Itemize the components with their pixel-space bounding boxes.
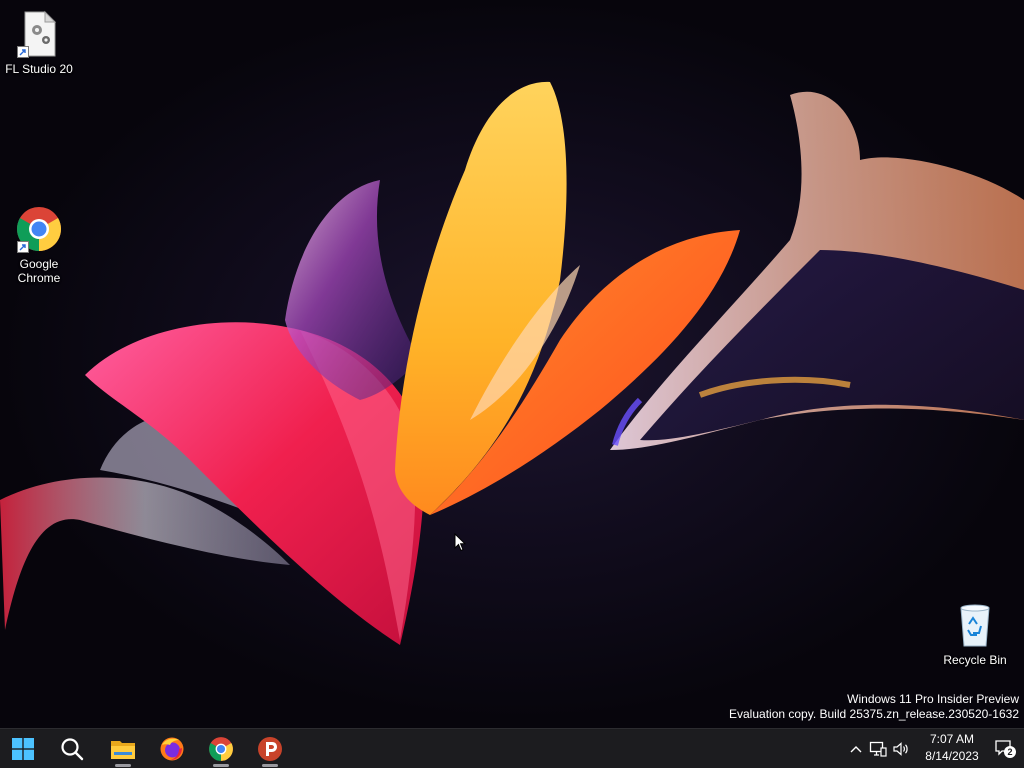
desktop-icon-recycle-bin[interactable]: Recycle Bin xyxy=(937,599,1013,667)
chrome-icon xyxy=(13,203,65,255)
file-explorer-button[interactable] xyxy=(101,729,145,768)
chevron-up-icon xyxy=(850,745,862,752)
running-indicator xyxy=(213,764,229,767)
mouse-cursor-icon xyxy=(454,533,466,552)
clock-button[interactable]: 7:07 AM 8/14/2023 xyxy=(920,731,984,765)
network-icon xyxy=(869,741,887,757)
system-tray: 7:07 AM 8/14/2023 2 xyxy=(844,729,1024,768)
search-button[interactable] xyxy=(50,729,94,768)
watermark-line-1: Windows 11 Pro Insider Preview xyxy=(847,692,1019,706)
volume-button[interactable] xyxy=(890,729,912,768)
network-button[interactable] xyxy=(867,729,889,768)
chrome-icon xyxy=(209,736,233,761)
running-indicator xyxy=(262,764,278,767)
running-indicator xyxy=(115,764,131,767)
psiphon-button[interactable] xyxy=(248,729,292,768)
chrome-button[interactable] xyxy=(199,729,243,768)
wallpaper xyxy=(0,81,1024,645)
desktop[interactable]: FL Studio 20 Google Chrome Recycle Bin W… xyxy=(0,0,1024,728)
clock-date: 8/14/2023 xyxy=(925,749,979,763)
desktop-icon-label: FL Studio 20 xyxy=(5,62,73,76)
windows-start-icon xyxy=(12,737,34,760)
start-button[interactable] xyxy=(1,729,45,768)
clock-time: 7:07 AM xyxy=(929,732,975,746)
evaluation-watermark: Windows 11 Pro Insider Preview Evaluatio… xyxy=(729,692,1019,722)
desktop-icon-google-chrome[interactable]: Google Chrome xyxy=(1,203,77,285)
show-hidden-icons-button[interactable] xyxy=(846,729,866,768)
fl-studio-icon xyxy=(13,8,65,60)
watermark-line-2: Evaluation copy. Build 25375.zn_release.… xyxy=(729,707,1019,721)
file-explorer-icon xyxy=(111,740,135,759)
speaker-icon xyxy=(893,741,908,756)
shortcut-arrow-icon xyxy=(17,46,29,58)
notification-count: 2 xyxy=(1007,747,1013,757)
shortcut-arrow-icon xyxy=(17,241,29,253)
desktop-icon-label: Google Chrome xyxy=(17,257,61,285)
notification-center-button[interactable]: 2 xyxy=(994,739,1018,759)
firefox-button[interactable] xyxy=(150,729,194,768)
firefox-icon xyxy=(160,737,184,760)
recycle-bin-icon xyxy=(949,599,1001,651)
psiphon-icon xyxy=(258,736,282,761)
taskbar: 7:07 AM 8/14/2023 2 xyxy=(0,728,1024,768)
desktop-icon-fl-studio[interactable]: FL Studio 20 xyxy=(1,8,77,76)
search-icon xyxy=(61,737,84,760)
desktop-icon-label: Recycle Bin xyxy=(943,653,1007,667)
